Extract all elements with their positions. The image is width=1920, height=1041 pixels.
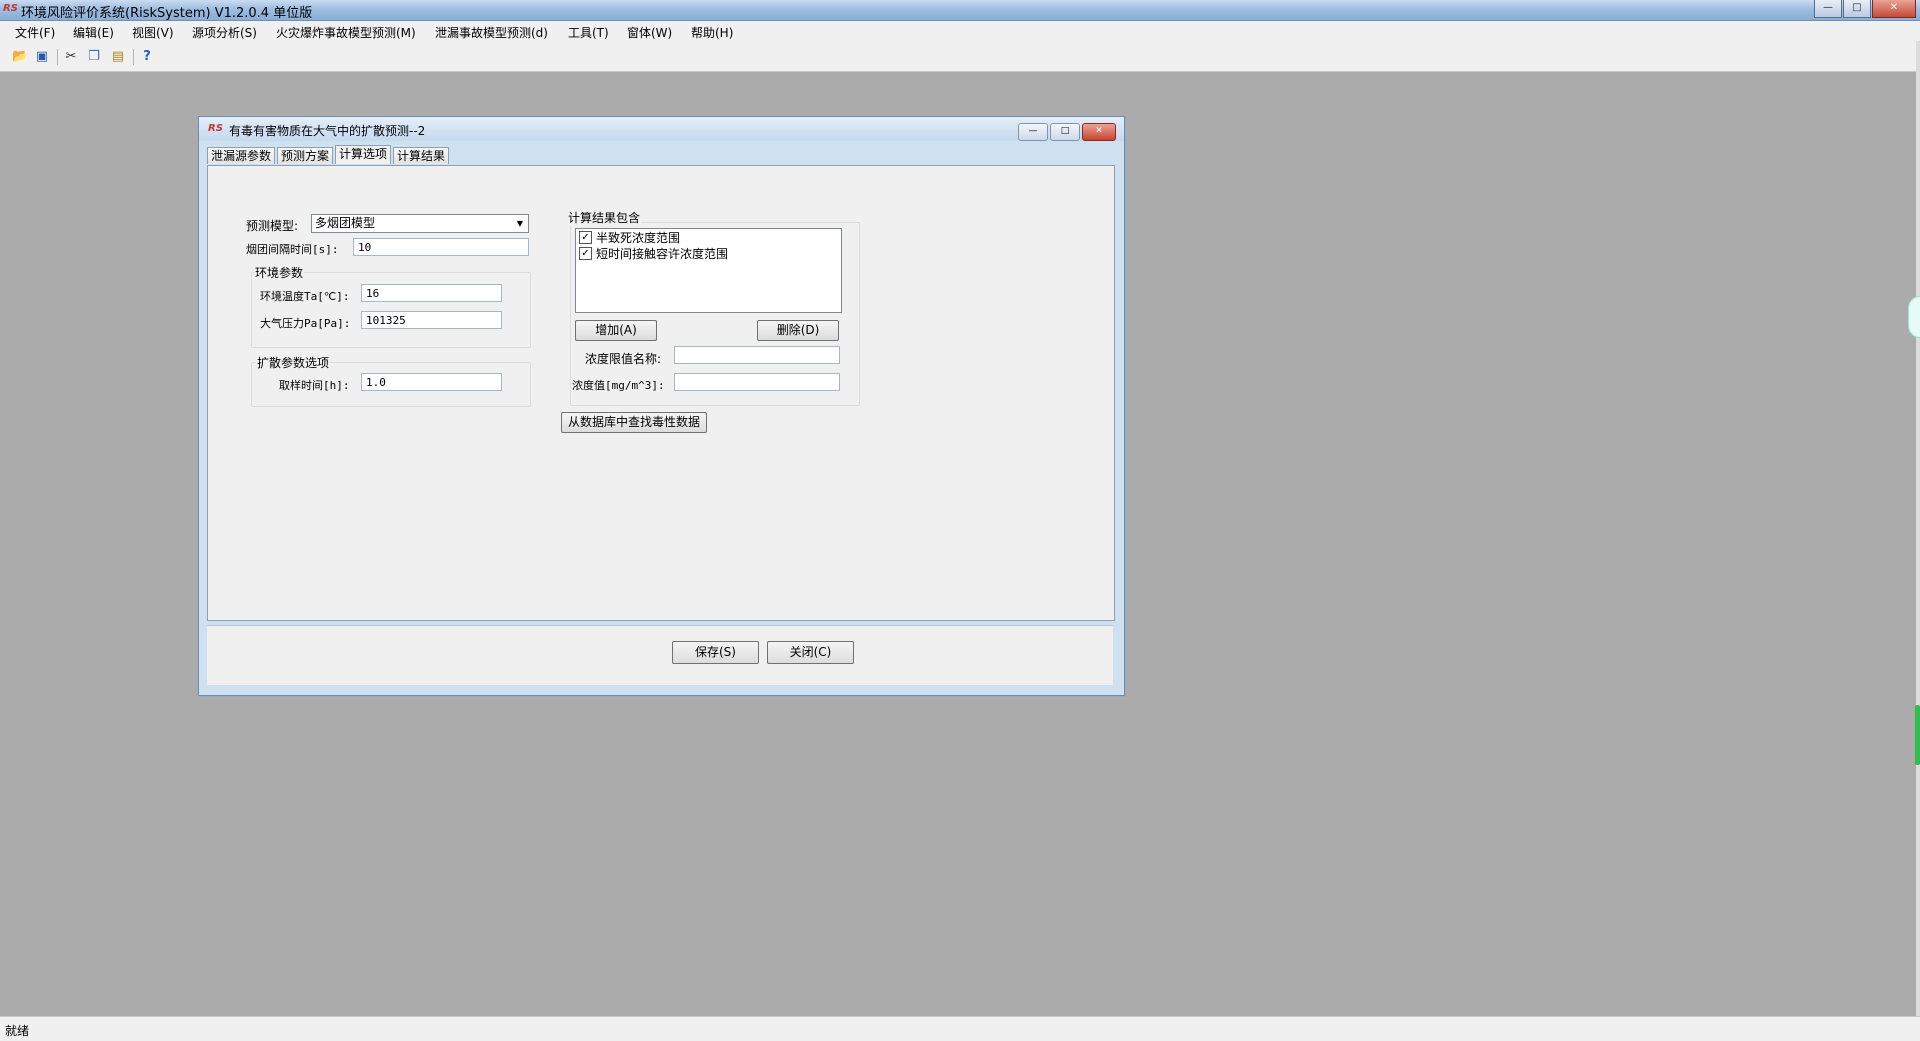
results-include-title: 计算结果包含 xyxy=(567,209,642,226)
concentration-input[interactable] xyxy=(674,373,840,391)
copy-icon[interactable]: ❐ xyxy=(86,49,102,65)
dialog-restore-button[interactable]: □ xyxy=(1050,123,1080,141)
side-floating-widget[interactable] xyxy=(1908,296,1920,338)
dialog-minimize-button[interactable]: — xyxy=(1018,123,1048,141)
dialog-tabs: 泄漏源参数 预测方案 计算选项 计算结果 xyxy=(207,145,451,165)
delete-button[interactable]: 删除(D) xyxy=(757,320,839,341)
cut-icon[interactable]: ✂ xyxy=(63,49,79,65)
concentration-label: 浓度值[mg/m^3]: xyxy=(572,379,665,392)
toolbar-separator xyxy=(133,49,134,65)
status-text: 就绪 xyxy=(5,1024,30,1038)
results-listbox[interactable]: ✓ 半致死浓度范围 ✓ 短时间接触容许浓度范围 xyxy=(575,228,842,313)
open-icon[interactable]: 📂 xyxy=(12,49,28,65)
menu-window[interactable]: 窗体(W) xyxy=(625,24,674,41)
model-label: 预测模型: xyxy=(246,219,299,233)
right-scrollbar[interactable] xyxy=(1916,41,1920,1016)
env-params-title: 环境参数 xyxy=(254,264,305,281)
toolbar: 📂 ▣ ✂ ❐ ▤ ? xyxy=(0,41,1920,72)
dialog-app-icon: RS xyxy=(208,123,223,134)
dialog-title: 有毒有害物质在大气中的扩散预测--2 xyxy=(229,124,426,138)
status-bar: 就绪 xyxy=(0,1016,1920,1041)
dialog-close-button[interactable]: ✕ xyxy=(1082,123,1116,141)
pressure-label: 大气压力Pa[Pa]: xyxy=(260,317,351,330)
limit-name-label: 浓度限值名称: xyxy=(585,352,662,366)
dialog-title-bar: RS 有毒有害物质在大气中的扩散预测--2 — □ ✕ xyxy=(199,117,1124,141)
find-toxicity-db-button[interactable]: 从数据库中查找毒性数据 xyxy=(561,412,707,433)
list-item[interactable]: ✓ 短时间接触容许浓度范围 xyxy=(579,246,728,261)
maximize-button[interactable]: □ xyxy=(1843,0,1871,18)
list-item-label: 半致死浓度范围 xyxy=(596,231,681,245)
tab-leak-source[interactable]: 泄漏源参数 xyxy=(207,147,276,164)
scroll-indicator xyxy=(1915,705,1920,765)
dialog-button-bar: 保存(S) 关闭(C) xyxy=(207,625,1113,685)
tab-prediction-plan[interactable]: 预测方案 xyxy=(277,147,334,164)
main-window-title: 环境风险评价系统(RiskSystem) V1.2.0.4 单位版 xyxy=(21,6,313,21)
pressure-input[interactable]: 101325 xyxy=(361,311,502,329)
app-logo-icon: RS xyxy=(3,3,18,14)
main-title-bar: RS 环境风险评价系统(RiskSystem) V1.2.0.4 单位版 — □… xyxy=(0,0,1920,21)
interval-label: 烟团间隔时间[s]: xyxy=(246,243,339,256)
menu-fire-explosion[interactable]: 火灾爆炸事故模型预测(M) xyxy=(274,24,418,41)
chevron-down-icon[interactable]: ▼ xyxy=(514,217,526,230)
close-button[interactable]: ✕ xyxy=(1872,0,1916,18)
checkbox-stel[interactable]: ✓ xyxy=(579,247,592,260)
save-button[interactable]: 保存(S) xyxy=(672,641,759,664)
toolbar-separator xyxy=(57,49,58,65)
temperature-label: 环境温度Ta[℃]: xyxy=(260,290,350,303)
menu-edit[interactable]: 编辑(E) xyxy=(71,24,116,41)
model-select-value: 多烟团模型 xyxy=(315,216,376,230)
interval-input[interactable]: 10 xyxy=(353,238,529,256)
menu-view[interactable]: 视图(V) xyxy=(130,24,176,41)
list-item[interactable]: ✓ 半致死浓度范围 xyxy=(579,230,680,245)
menu-bar: 文件(F) 编辑(E) 视图(V) 源项分析(S) 火灾爆炸事故模型预测(M) … xyxy=(0,21,1920,41)
add-button[interactable]: 增加(A) xyxy=(575,320,657,341)
dispersion-dialog: RS 有毒有害物质在大气中的扩散预测--2 — □ ✕ 泄漏源参数 预测方案 计… xyxy=(198,116,1125,696)
sampling-time-label: 取样时间[h]: xyxy=(279,379,350,392)
minimize-button[interactable]: — xyxy=(1814,0,1842,18)
checkbox-lc50[interactable]: ✓ xyxy=(579,231,592,244)
menu-leak-prediction[interactable]: 泄漏事故模型预测(d) xyxy=(433,24,550,41)
tab-calc-results[interactable]: 计算结果 xyxy=(393,147,450,164)
close-dialog-button[interactable]: 关闭(C) xyxy=(767,641,854,664)
menu-source-analysis[interactable]: 源项分析(S) xyxy=(190,24,259,41)
menu-help[interactable]: 帮助(H) xyxy=(689,24,735,41)
limit-name-input[interactable] xyxy=(674,346,840,364)
help-icon[interactable]: ? xyxy=(139,49,155,65)
save-icon[interactable]: ▣ xyxy=(34,49,50,65)
calc-options-panel: 预测模型: 多烟团模型 ▼ 烟团间隔时间[s]: 10 环境参数 环境温度Ta[… xyxy=(207,165,1115,621)
tab-calc-options[interactable]: 计算选项 xyxy=(335,145,392,164)
paste-icon[interactable]: ▤ xyxy=(110,49,126,65)
sampling-time-input[interactable]: 1.0 xyxy=(361,373,502,391)
list-item-label: 短时间接触容许浓度范围 xyxy=(596,247,729,261)
diffusion-options-title: 扩散参数选项 xyxy=(256,354,331,371)
model-select[interactable]: 多烟团模型 ▼ xyxy=(311,214,529,233)
menu-file[interactable]: 文件(F) xyxy=(13,24,57,41)
menu-tools[interactable]: 工具(T) xyxy=(566,24,611,41)
temperature-input[interactable]: 16 xyxy=(361,284,502,302)
